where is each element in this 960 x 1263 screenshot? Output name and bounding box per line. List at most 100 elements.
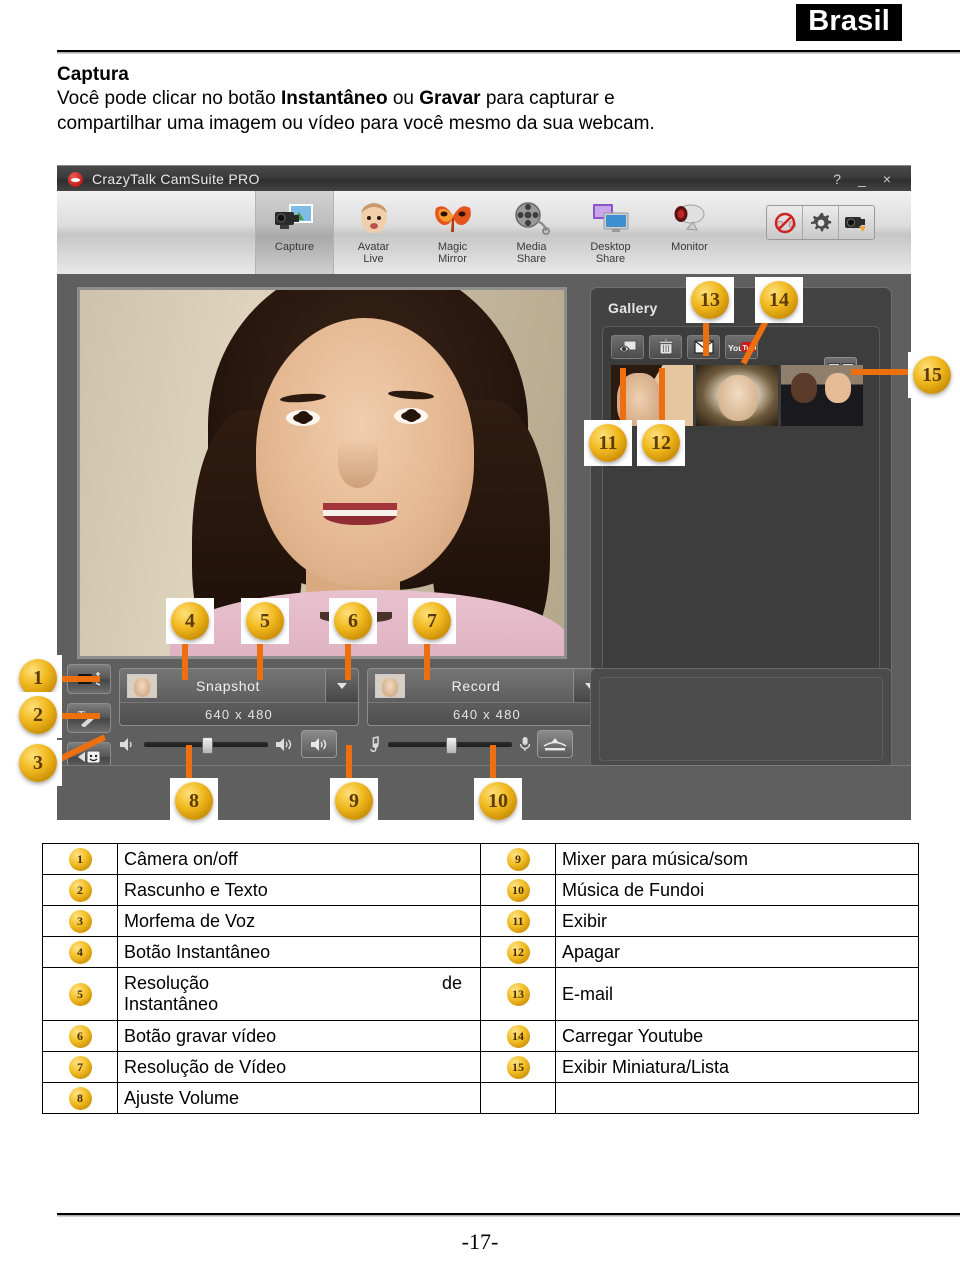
legend-number: 8 (68, 1087, 92, 1110)
leader-line-13 (703, 318, 709, 356)
legend-number: 6 (68, 1025, 92, 1048)
video-eye-right (394, 408, 428, 424)
ribbon-item-capture[interactable]: Capture (255, 191, 334, 274)
help-icon[interactable]: ? (833, 172, 841, 186)
capture-buttons-row: Snapshot 640 x 480 Record 640 x 480 (119, 668, 607, 726)
baby-face-icon (357, 197, 391, 239)
close-icon[interactable]: × (883, 172, 891, 186)
ribbon-item-magic-mirror[interactable]: Magic Mirror (413, 191, 492, 274)
record-button[interactable]: Record (368, 669, 606, 703)
legend-text-cell: Exibir (555, 905, 919, 937)
legend-number: 4 (68, 941, 92, 964)
ribbon-item-media-share[interactable]: Media Share (492, 191, 571, 274)
legend-text-cell: Câmera on/off (117, 843, 481, 875)
table-row: 4 Botão Instantâneo 12 Apagar (42, 936, 919, 968)
ribbon-label-desktop-l2: Share (595, 253, 626, 266)
music-slider-knob[interactable] (446, 736, 458, 754)
ribbon-item-avatar-live[interactable]: Avatar Live (334, 191, 413, 274)
intro-bold-snapshot: Instantâneo (280, 88, 388, 110)
page-title: Captura (57, 64, 129, 85)
no-emoticon-icon[interactable]: ☺☺ (767, 206, 803, 239)
callout-9: 9 (330, 778, 378, 824)
leader-line-9 (346, 745, 352, 781)
gear-icon[interactable] (803, 206, 839, 239)
callout-number-4: 4 (171, 602, 209, 640)
table-row: 8 Ajuste Volume (42, 1082, 919, 1114)
mic-icon (519, 737, 531, 751)
legend-number: 7 (68, 1056, 92, 1079)
legend-text-cell: Botão gravar vídeo (117, 1020, 481, 1052)
leader-line-7 (424, 640, 430, 680)
snapshot-resolution[interactable]: 640 x 480 (120, 703, 358, 725)
page-number: -17- (461, 1229, 499, 1254)
snapshot-group: Snapshot 640 x 480 (119, 668, 359, 726)
ribbon-item-monitor[interactable]: Monitor (650, 191, 729, 274)
legend-num-cell: 4 (42, 936, 118, 968)
callout-number-9: 9 (335, 782, 373, 820)
callout-number-13: 13 (691, 281, 729, 319)
legend-text-cell: Mixer para música/som (555, 843, 919, 875)
volume-slider-group (119, 730, 357, 758)
speaker-mute-icon[interactable] (301, 730, 337, 758)
gallery-toolbar: You Tube (611, 335, 758, 359)
video-eye-left (286, 410, 320, 426)
camera-settings-icon[interactable] (839, 206, 874, 239)
snapshot-button[interactable]: Snapshot (120, 669, 358, 703)
ribbon-item-desktop-share[interactable]: Desktop Share (571, 191, 650, 274)
leader-line-6 (345, 640, 351, 680)
show-icon[interactable] (611, 335, 644, 359)
legend-text-cell: Música de Fundoi (555, 874, 919, 906)
callout-number-5: 5 (246, 602, 284, 640)
volume-slider[interactable] (144, 736, 268, 754)
chevron-down-icon[interactable] (325, 669, 358, 702)
callout-number-7: 7 (413, 602, 451, 640)
video-preview[interactable] (77, 287, 567, 659)
table-row: 7 Resolução de Vídeo 15 Exibir Miniatura… (42, 1051, 919, 1083)
callout-8: 8 (170, 778, 218, 824)
music-note-icon (370, 736, 379, 752)
list-item[interactable] (696, 365, 778, 426)
callout-number-10: 10 (479, 782, 517, 820)
ribbon-label-media-l1: Media (516, 241, 547, 253)
right-empty-panel (590, 668, 892, 770)
legend-num-cell: 7 (42, 1051, 118, 1083)
intro-block: Captura Você pode clicar no botão Instan… (57, 64, 817, 136)
callout-number-11: 11 (589, 424, 627, 462)
legend-number: 3 (68, 910, 92, 933)
trash-icon[interactable] (649, 335, 682, 359)
legend-num-cell: 9 (480, 843, 556, 875)
country-tab: Brasil (796, 4, 902, 42)
voice-morph-btn-icon[interactable] (537, 730, 573, 758)
volume-slider-knob[interactable] (202, 736, 214, 754)
video-mouth (323, 503, 397, 525)
music-slider-group (365, 730, 603, 758)
legend-text-cell: Exibir Miniatura/Lista (555, 1051, 919, 1083)
legend-num-cell: 2 (42, 874, 118, 906)
ribbon-label-magic-mirror: Magic Mirror (438, 241, 467, 266)
snapshot-preview-icon (127, 673, 157, 698)
legend-text-part-2: de (441, 973, 462, 993)
ribbon-label-avatar-l2: Live (363, 253, 384, 266)
app-body: T Gallery (57, 274, 911, 820)
legend-text-justified: Resolução de (124, 973, 474, 994)
app-screenshot: CrazyTalk CamSuite PRO ? _ × Capture Ava… (57, 165, 911, 820)
legend-num-cell: 12 (480, 936, 556, 968)
legend-text-cell: Morfema de Voz (117, 905, 481, 937)
legend-number: 2 (68, 879, 92, 902)
minimize-icon[interactable]: _ (858, 172, 866, 186)
speaker-high-icon (276, 737, 292, 751)
record-resolution[interactable]: 640 x 480 (368, 703, 606, 725)
leader-line-11 (620, 368, 626, 423)
legend-num-cell: 10 (480, 874, 556, 906)
legend-number: 1 (68, 848, 92, 871)
legend-text-cell: Ajuste Volume (117, 1082, 481, 1114)
intro-text-1: Você pode clicar no botão (57, 88, 281, 110)
ribbon-label-magic-l2: Mirror (438, 253, 467, 266)
app-title: CrazyTalk CamSuite PRO (92, 171, 260, 187)
ribbon-items: Capture Avatar Live Magic Mirror Media S… (255, 191, 729, 274)
legend-text-cell: Resolução de Instantâneo (117, 967, 481, 1021)
webcam-icon (671, 197, 709, 239)
callout-7: 7 (408, 598, 456, 644)
leader-line-2 (58, 713, 100, 719)
legend-table: 1 Câmera on/off 9 Mixer para música/som … (42, 843, 919, 1114)
